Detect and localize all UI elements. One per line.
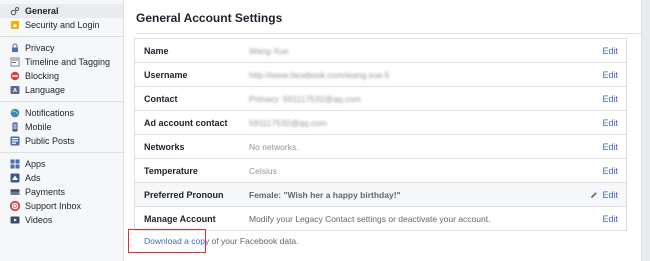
setting-label: Manage Account: [144, 213, 216, 224]
rss-icon: [10, 136, 20, 146]
setting-label: Name: [144, 45, 169, 56]
settings-row-temperature[interactable]: Temperature Celsius Edit: [135, 158, 626, 182]
sidebar-item-label: Payments: [25, 187, 66, 197]
timeline-icon: [10, 57, 20, 67]
sidebar-item-privacy[interactable]: Privacy: [0, 41, 123, 55]
sidebar-item-label: Public Posts: [25, 136, 75, 146]
settings-row-networks[interactable]: Networks No networks. Edit: [135, 134, 626, 158]
sidebar-item-label: Apps: [25, 159, 46, 169]
sidebar-item-label: Security and Login: [25, 20, 100, 30]
sidebar-item-language[interactable]: A Language: [0, 83, 123, 97]
settings-sidebar: General Security and Login Privacy Timeline…: [0, 0, 124, 261]
sidebar-item-apps[interactable]: Apps: [0, 157, 123, 171]
settings-row-name[interactable]: Name Wang Xue Edit: [135, 38, 626, 62]
edit-link[interactable]: Edit: [590, 94, 626, 104]
edit-link[interactable]: Edit: [590, 118, 626, 128]
edit-link[interactable]: Edit: [590, 70, 626, 80]
setting-value: Celsius: [249, 165, 277, 176]
gear-icon: [10, 6, 20, 16]
sidebar-item-label: Privacy: [25, 43, 55, 53]
setting-value: No networks.: [249, 141, 299, 152]
sidebar-item-mobile[interactable]: Mobile: [0, 120, 123, 134]
edit-label: Edit: [602, 45, 618, 56]
sidebar-group: Notifications Mobile Public Posts: [0, 102, 123, 153]
sidebar-item-label: Timeline and Tagging: [25, 57, 111, 67]
lock-shield-icon: [10, 20, 20, 30]
highlight-annotation-box: [128, 229, 206, 253]
settings-main-panel: General Account Settings Name Wang Xue Edi…: [124, 0, 642, 261]
mobile-icon: [10, 122, 20, 132]
edit-link[interactable]: Edit: [590, 166, 626, 176]
sidebar-item-notifications[interactable]: Notifications: [0, 106, 123, 120]
page-title: General Account Settings: [136, 11, 283, 25]
settings-row-ad-account-contact[interactable]: Ad account contact 591117532@qq.com Edit: [135, 110, 626, 134]
ads-icon: [10, 173, 20, 183]
edit-label: Edit: [602, 117, 618, 128]
edit-link[interactable]: Edit: [590, 214, 626, 224]
globe-icon: [10, 108, 20, 118]
setting-label: Networks: [144, 141, 185, 152]
privacy-lock-icon: [10, 43, 20, 53]
edit-label: Edit: [602, 141, 618, 152]
lifebuoy-icon: [10, 201, 20, 211]
setting-label: Contact: [144, 93, 178, 104]
setting-value: Modify your Legacy Contact settings or d…: [249, 213, 491, 224]
sidebar-item-label: General: [25, 6, 59, 16]
blocking-icon: [10, 71, 20, 81]
sidebar-item-label: Videos: [25, 215, 53, 225]
setting-value: 591117532@qq.com: [249, 117, 327, 128]
download-data-suffix: of your Facebook data.: [209, 236, 299, 246]
sidebar-group: Apps Ads Payments Support Inbox Videos: [0, 153, 123, 231]
setting-label: Ad account contact: [144, 117, 228, 128]
sidebar-item-label: Mobile: [25, 122, 52, 132]
sidebar-item-public-posts[interactable]: Public Posts: [0, 134, 123, 148]
settings-row-preferred-pronoun[interactable]: Preferred Pronoun Female: "Wish her a hap…: [135, 182, 626, 206]
sidebar-item-label: Language: [25, 85, 66, 95]
setting-value: Female: "Wish her a happy birthday!": [249, 189, 401, 200]
sidebar-item-security-and-login[interactable]: Security and Login: [0, 18, 123, 32]
sidebar-item-general[interactable]: General: [0, 4, 123, 18]
sidebar-item-timeline-and-tagging[interactable]: Timeline and Tagging: [0, 55, 123, 69]
sidebar-group: General Security and Login: [0, 0, 123, 37]
sidebar-item-label: Ads: [25, 173, 41, 183]
language-icon: A: [10, 85, 20, 95]
sidebar-item-support-inbox[interactable]: Support Inbox: [0, 199, 123, 213]
sidebar-group: Privacy Timeline and Tagging Blocking A Lang…: [0, 37, 123, 102]
apps-icon: [10, 159, 20, 169]
setting-label: Preferred Pronoun: [144, 189, 224, 200]
sidebar-item-ads[interactable]: Ads: [0, 171, 123, 185]
sidebar-item-blocking[interactable]: Blocking: [0, 69, 123, 83]
video-icon: [10, 215, 20, 225]
sidebar-item-label: Notifications: [25, 108, 75, 118]
edit-link[interactable]: Edit: [590, 190, 626, 200]
setting-value: Primary: 591117532@qq.com: [249, 93, 361, 104]
payments-icon: [10, 187, 20, 197]
setting-value: Wang Xue: [249, 45, 289, 56]
edit-label: Edit: [602, 189, 618, 200]
edit-label: Edit: [602, 69, 618, 80]
sidebar-item-payments[interactable]: Payments: [0, 185, 123, 199]
settings-row-manage-account[interactable]: Manage Account Modify your Legacy Contact…: [135, 206, 626, 230]
settings-row-username[interactable]: Username http://www.facebook.com/wang.xue…: [135, 62, 626, 86]
sidebar-item-videos[interactable]: Videos: [0, 213, 123, 227]
edit-link[interactable]: Edit: [590, 46, 626, 56]
edit-label: Edit: [602, 213, 618, 224]
edit-link[interactable]: Edit: [590, 142, 626, 152]
settings-table: Name Wang Xue Edit Username http://www.faceb…: [134, 38, 627, 231]
setting-label: Username: [144, 69, 188, 80]
sidebar-item-label: Support Inbox: [25, 201, 82, 211]
svg-text:A: A: [13, 88, 17, 94]
pencil-icon: [590, 191, 598, 199]
setting-label: Temperature: [144, 165, 198, 176]
edit-label: Edit: [602, 93, 618, 104]
setting-value: http://www.facebook.com/wang.xue.5: [249, 69, 390, 80]
settings-row-contact[interactable]: Contact Primary: 591117532@qq.com Edit: [135, 86, 626, 110]
sidebar-item-label: Blocking: [25, 71, 60, 81]
title-divider: [136, 33, 641, 34]
edit-label: Edit: [602, 165, 618, 176]
